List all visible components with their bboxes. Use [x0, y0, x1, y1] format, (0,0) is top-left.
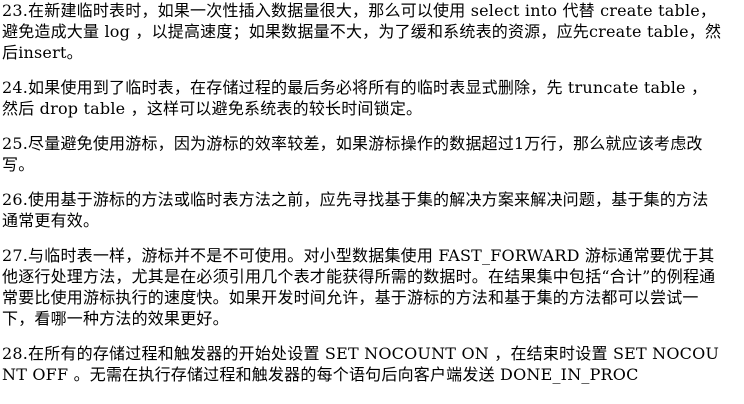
paragraph-28: 28.在所有的存储过程和触发器的开始处设置 SET NOCOUNT ON ，在结… — [2, 344, 720, 384]
paragraph-24: 24.如果使用到了临时表，在存储过程的最后务必将所有的临时表显式删除，先 tru… — [2, 78, 708, 118]
paragraph-26: 26.使用基于游标的方法或临时表方法之前，应先寻找基于集的解决方案来解决问题，基… — [2, 190, 709, 230]
paragraph-25: 25.尽量避免使用游标，因为游标的效率较差，如果游标操作的数据超过1万行，那么就… — [2, 134, 703, 174]
document-body: 23.在新建临时表时，如果一次性插入数据量很大，那么可以使用 select in… — [2, 0, 722, 399]
paragraph-23: 23.在新建临时表时，如果一次性插入数据量很大，那么可以使用 select in… — [2, 1, 722, 62]
paragraph-27: 27.与临时表一样，游标并不是不可使用。对小型数据集使用 FAST_FORWAR… — [2, 246, 716, 328]
